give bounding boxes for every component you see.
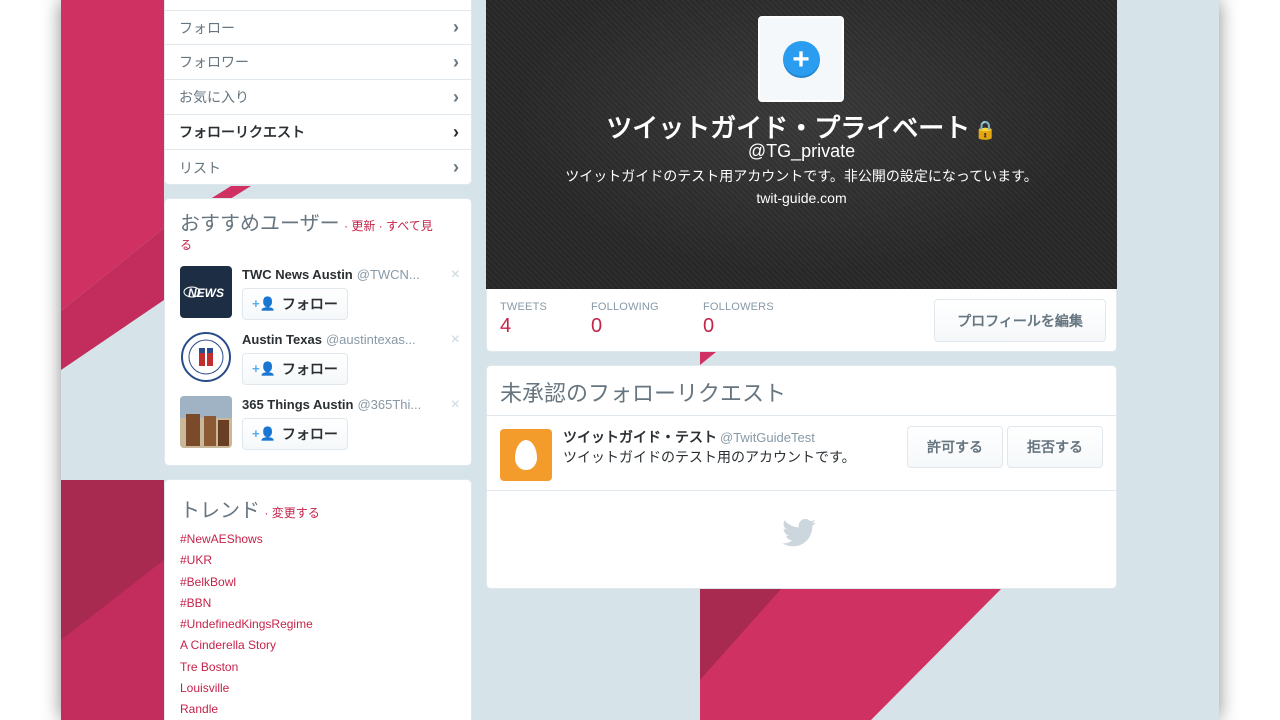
stat-value: 4 xyxy=(500,315,512,337)
trend-item[interactable]: Randle xyxy=(180,699,456,720)
nav-item-follow-requests[interactable]: フォローリクエスト › xyxy=(165,115,471,150)
request-user-name[interactable]: ツイットガイド・テスト @TwitGuideTest xyxy=(563,427,815,447)
suggested-user: Austin Texas @austintexas... × +👤 フォロー xyxy=(180,331,460,385)
chevron-right-icon: › xyxy=(453,121,459,142)
svg-text:NEWS: NEWS xyxy=(188,286,224,300)
nav-item-label: フォロワー xyxy=(179,54,249,70)
stat-following[interactable]: FOLLOWING 0 xyxy=(591,301,659,338)
stat-value: 0 xyxy=(703,315,715,337)
follow-button[interactable]: +👤 フォロー xyxy=(242,353,348,385)
add-user-icon: +👤 xyxy=(252,361,276,376)
profile-stats-bar: TWEETS 4 FOLLOWING 0 FOLLOWERS 0 プロフィールを… xyxy=(486,289,1117,352)
trend-item[interactable]: #BelkBowl xyxy=(180,572,456,593)
stat-label: FOLLOWING xyxy=(591,301,659,313)
nav-item-lists[interactable]: リスト › xyxy=(165,150,471,184)
chevron-right-icon: › xyxy=(453,86,459,107)
suggested-user: NEWS TWC News Austin @TWCN... × +👤 フォロー xyxy=(180,266,460,320)
egg-icon xyxy=(515,440,537,470)
profile-header: + ツイットガイド・プライベート 🔒 @TG_private ツイットガイドのテス… xyxy=(486,0,1117,289)
stat-tweets[interactable]: TWEETS 4 xyxy=(500,301,547,338)
follow-button[interactable]: +👤 フォロー xyxy=(242,288,348,320)
nav-item-label: お気に入り xyxy=(179,89,249,105)
nav-item-label: フォロー xyxy=(179,19,235,36)
dismiss-icon[interactable]: × xyxy=(451,396,460,414)
add-user-icon: +👤 xyxy=(252,296,276,311)
trend-item[interactable]: A Cinderella Story xyxy=(180,635,456,656)
follow-request-row: ツイットガイド・テスト @TwitGuideTest ツイットガイドのテスト用のア… xyxy=(487,416,1116,491)
stat-value: 0 xyxy=(591,315,603,337)
trend-item[interactable]: #BBN xyxy=(180,593,456,614)
suggested-user-name[interactable]: TWC News Austin @TWCN... xyxy=(242,267,420,282)
stat-label: FOLLOWERS xyxy=(703,301,774,313)
boots-photo-avatar[interactable] xyxy=(180,396,232,448)
follow-button[interactable]: +👤 フォロー xyxy=(242,418,348,450)
dismiss-icon[interactable]: × xyxy=(451,266,460,284)
nav-item-favorites[interactable]: お気に入り › xyxy=(165,80,471,115)
who-to-follow-links[interactable]: · 更新 · すべて見 xyxy=(344,219,433,233)
change-trends-link[interactable]: · 変更する xyxy=(264,506,319,520)
profile-avatar[interactable]: + xyxy=(758,16,844,102)
edit-profile-button[interactable]: プロフィールを編集 xyxy=(934,299,1106,342)
city-of-austin-seal-avatar[interactable] xyxy=(180,331,232,383)
profile-handle: @TG_private xyxy=(747,141,856,161)
add-photo-icon: + xyxy=(782,40,820,78)
request-user-bio: ツイットガイドのテスト用のアカウントです。 xyxy=(563,449,856,465)
nav-item-label: フォローリクエスト xyxy=(179,124,305,140)
suggested-user-name[interactable]: 365 Things Austin @365Thi... xyxy=(242,397,421,412)
chevron-right-icon: › xyxy=(453,51,459,72)
stat-label: TWEETS xyxy=(500,301,548,313)
profile-url-link[interactable]: twit-guide.com xyxy=(486,190,1117,206)
trend-item[interactable]: #UKR xyxy=(180,550,456,571)
accept-request-button[interactable]: 許可する xyxy=(907,426,1003,468)
trend-item[interactable]: #UndefinedKingsRegime xyxy=(180,614,456,635)
lock-icon: 🔒 xyxy=(974,119,997,140)
chevron-right-icon: › xyxy=(453,17,459,37)
trend-item[interactable]: #NewAEShows xyxy=(180,529,456,550)
view-all-link-continued[interactable]: る xyxy=(180,236,456,253)
trends-module: トレンド · 変更する #NewAEShows #UKR #BelkBowl #… xyxy=(164,479,472,720)
who-to-follow-module: おすすめユーザー · 更新 · すべて見 る NEWS TWC News Aus… xyxy=(164,198,472,466)
profile-bio: ツイットガイドのテスト用アカウントです。非公開の設定になっています。 xyxy=(565,168,1038,184)
add-user-icon: +👤 xyxy=(252,426,276,441)
profile-nav-menu: フォロー › フォロワー › お気に入り › フォローリクエスト › リスト › xyxy=(164,0,472,185)
trends-list: #NewAEShows #UKR #BelkBowl #BBN #Undefin… xyxy=(180,529,456,720)
nav-item-followers[interactable]: フォロワー › xyxy=(165,45,471,80)
nav-item-following[interactable]: フォロー › xyxy=(165,10,471,45)
default-egg-avatar[interactable] xyxy=(500,429,552,481)
dismiss-icon[interactable]: × xyxy=(451,331,460,349)
suggested-user: 365 Things Austin @365Thi... × +👤 フォロー xyxy=(180,396,460,450)
who-to-follow-title: おすすめユーザー xyxy=(180,213,340,235)
trends-title: トレンド xyxy=(180,500,260,522)
twitter-bird-icon xyxy=(782,519,816,547)
nav-item-label: リスト xyxy=(179,159,221,176)
decline-request-button[interactable]: 拒否する xyxy=(1007,426,1103,468)
profile-name: ツイットガイド・プライベート 🔒 xyxy=(606,113,997,143)
trend-item[interactable]: Louisville xyxy=(180,678,456,699)
suggested-user-name[interactable]: Austin Texas @austintexas... xyxy=(242,332,416,347)
twc-news-logo-avatar[interactable]: NEWS xyxy=(180,266,232,318)
pending-follow-requests: 未承認のフォローリクエスト ツイットガイド・テスト @TwitGuideTest … xyxy=(486,365,1117,589)
browser-window: フォロー › フォロワー › お気に入り › フォローリクエスト › リスト ›… xyxy=(61,0,1219,720)
trend-item[interactable]: Tre Boston xyxy=(180,657,456,678)
stat-followers[interactable]: FOLLOWERS 0 xyxy=(703,301,774,338)
pending-requests-title: 未承認のフォローリクエスト xyxy=(487,366,1116,416)
chevron-right-icon: › xyxy=(453,157,459,177)
